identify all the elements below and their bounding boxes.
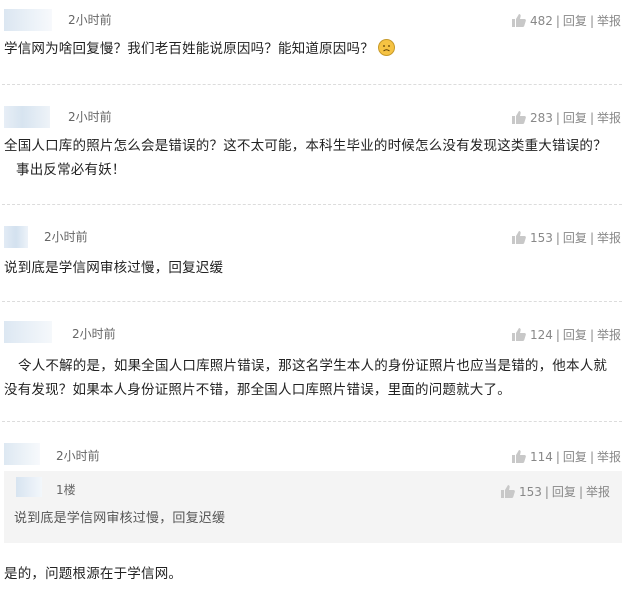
divider — [2, 301, 622, 302]
comment-actions: 114 | 回复 | 举报 — [511, 449, 621, 465]
report-button[interactable]: 举报 — [597, 111, 621, 125]
thumbs-up-icon[interactable] — [511, 111, 526, 124]
comment-text-line: 全国人口库的照片怎么会是错误的？这不太可能，本科生毕业的时候怎么没有发现这类重大… — [4, 138, 607, 154]
reply-button[interactable]: 回复 — [563, 328, 587, 342]
floor-label: 1楼 — [56, 483, 76, 497]
thumbs-up-icon[interactable] — [511, 450, 526, 463]
avatar[interactable] — [4, 443, 40, 465]
comment-item: 2小时前 283 | 回复 | 举报 — [0, 101, 630, 128]
divider — [2, 204, 622, 205]
comment-meta: 2小时前 153 | 回复 | 举报 — [0, 221, 630, 248]
avatar[interactable] — [16, 477, 42, 497]
comment-actions: 124 | 回复 | 举报 — [511, 327, 621, 343]
thumbs-up-icon[interactable] — [511, 14, 526, 27]
comment-actions: 283 | 回复 | 举报 — [511, 110, 621, 126]
quoted-comment-text: 说到底是学信网审核过慢，回复迟缓 — [14, 511, 226, 526]
thumbs-up-icon[interactable] — [511, 231, 526, 244]
sad-face-emoji-icon — [377, 39, 395, 56]
comment-list: 2小时前 482 | 回复 | 举报 学信网为啥回复慢？我们老百姓能说原因吗？能知道原因… — [0, 0, 630, 592]
comment-meta: 2小时前 114 | 回复 | 举报 — [0, 440, 630, 465]
comment-actions: 153 | 回复 | 举报 — [500, 484, 610, 500]
comment-time: 2小时前 — [56, 449, 100, 463]
comment-time: 2小时前 — [72, 327, 116, 341]
comment-item: 2小时前 482 | 回复 | 举报 — [0, 4, 630, 31]
divider — [2, 84, 622, 85]
comment-text-content: 学信网为啥回复慢？我们老百姓能说原因吗？能知道原因吗？ — [4, 41, 374, 57]
comment-text: 说到底是学信网审核过慢，回复迟缓 — [4, 260, 224, 276]
comment-meta: 2小时前 283 | 回复 | 举报 — [0, 101, 630, 128]
comment-text: 学信网为啥回复慢？我们老百姓能说原因吗？能知道原因吗？ — [4, 37, 622, 61]
comment-text: 是的，问题根源在于学信网。 — [4, 566, 183, 582]
quoted-comment: 1楼 153 | 回复 | 举报 说到底是学信网审核过慢，回复迟缓 — [4, 471, 622, 543]
comment-actions: 153 | 回复 | 举报 — [511, 230, 621, 246]
avatar[interactable] — [4, 9, 52, 31]
like-count: 114 — [529, 450, 553, 464]
avatar[interactable] — [4, 226, 28, 248]
comment-meta: 2小时前 124 | 回复 | 举报 — [0, 318, 630, 343]
reply-button[interactable]: 回复 — [563, 111, 587, 125]
report-button[interactable]: 举报 — [597, 450, 621, 464]
comment-time: 2小时前 — [44, 230, 88, 244]
reply-button[interactable]: 回复 — [563, 14, 587, 28]
report-button[interactable]: 举报 — [597, 328, 621, 342]
comment-text: 全国人口库的照片怎么会是错误的？这不太可能，本科生毕业的时候怎么没有发现这类重大… — [4, 134, 622, 182]
report-button[interactable]: 举报 — [597, 231, 621, 245]
like-count: 482 — [529, 14, 553, 28]
divider — [2, 421, 622, 422]
reply-button[interactable]: 回复 — [563, 450, 587, 464]
comment-time: 2小时前 — [68, 110, 112, 124]
report-button[interactable]: 举报 — [586, 485, 610, 499]
report-button[interactable]: 举报 — [597, 14, 621, 28]
comment-actions: 482 | 回复 | 举报 — [511, 13, 621, 29]
comment-item: 2小时前 153 | 回复 | 举报 — [0, 221, 630, 248]
like-count: 283 — [529, 111, 553, 125]
reply-button[interactable]: 回复 — [552, 485, 576, 499]
like-count: 153 — [518, 485, 542, 499]
comment-item: 2小时前 114 | 回复 | 举报 — [0, 440, 630, 465]
comment-time: 2小时前 — [68, 13, 112, 27]
comment-text-line: 事出反常必有妖！ — [16, 162, 126, 178]
comment-meta: 2小时前 482 | 回复 | 举报 — [0, 4, 630, 31]
like-count: 124 — [529, 328, 553, 342]
thumbs-up-icon[interactable] — [500, 485, 515, 498]
like-count: 153 — [529, 231, 553, 245]
comment-text: 令人不解的是，如果全国人口库照片错误，那这名学生本人的身份证照片也应当是错的，他… — [4, 354, 622, 402]
avatar[interactable] — [4, 106, 50, 128]
thumbs-up-icon[interactable] — [511, 328, 526, 341]
avatar[interactable] — [4, 321, 52, 343]
reply-button[interactable]: 回复 — [563, 231, 587, 245]
comment-text-line: 令人不解的是，如果全国人口库照片错误，那这名学生本人的身份证照片也应当是错的，他… — [18, 358, 608, 374]
comment-text-line: 没有发现？如果本人身份证照片不错，那全国人口库照片错误，里面的问题就大了。 — [4, 382, 511, 398]
comment-item: 2小时前 124 | 回复 | 举报 — [0, 318, 630, 343]
